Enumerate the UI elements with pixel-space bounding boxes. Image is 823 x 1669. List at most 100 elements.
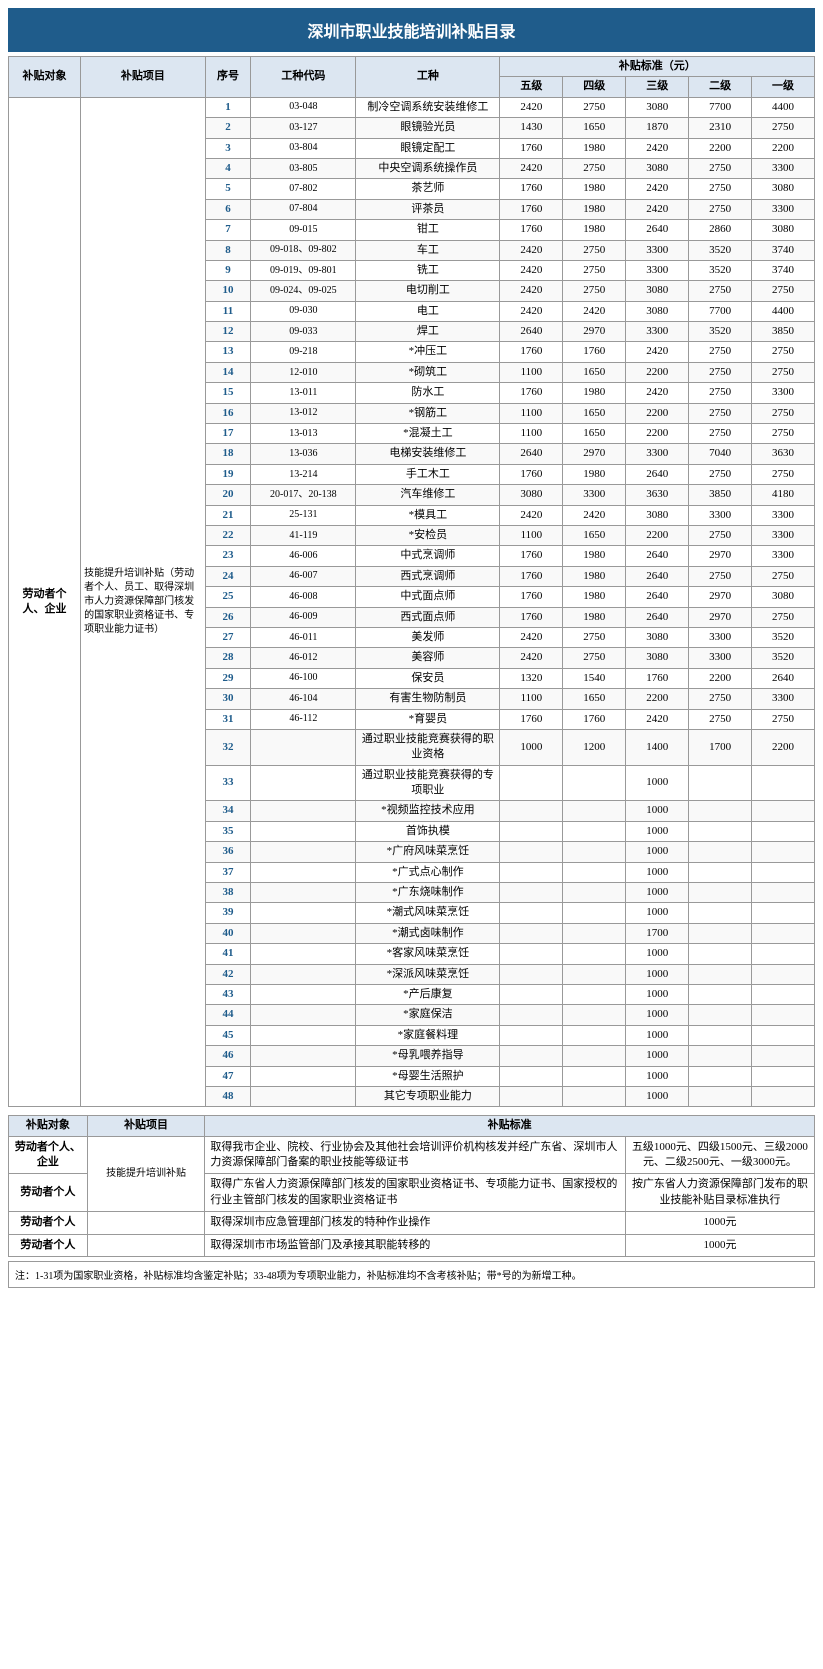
value-cell: 1980 bbox=[563, 179, 626, 199]
code-cell: 03-048 bbox=[251, 97, 356, 117]
value-cell: 2200 bbox=[626, 424, 689, 444]
value-cell bbox=[752, 964, 815, 984]
col-standard: 补贴标准（元） bbox=[500, 57, 815, 77]
value-cell: 3300 bbox=[626, 240, 689, 260]
value-cell bbox=[752, 883, 815, 903]
code-cell: 13-214 bbox=[251, 464, 356, 484]
code-cell bbox=[251, 1046, 356, 1066]
code-cell: 13-013 bbox=[251, 424, 356, 444]
seq-cell: 25 bbox=[205, 587, 251, 607]
value-cell bbox=[689, 1086, 752, 1106]
value-cell: 3080 bbox=[752, 587, 815, 607]
code-cell: 09-018、09-802 bbox=[251, 240, 356, 260]
job-cell: *钢筋工 bbox=[356, 403, 500, 423]
value-cell: 1760 bbox=[500, 138, 563, 158]
code-cell bbox=[251, 765, 356, 801]
col-header-row: 补贴对象 补贴项目 序号 工种代码 工种 补贴标准（元） bbox=[9, 57, 815, 77]
seq-cell: 9 bbox=[205, 260, 251, 280]
value-cell: 2750 bbox=[689, 281, 752, 301]
value-cell: 3630 bbox=[626, 485, 689, 505]
value-cell: 2200 bbox=[626, 362, 689, 382]
code-cell: 09-033 bbox=[251, 322, 356, 342]
value-cell: 2750 bbox=[752, 709, 815, 729]
job-cell: *砌筑工 bbox=[356, 362, 500, 382]
seq-cell: 10 bbox=[205, 281, 251, 301]
code-cell bbox=[251, 1066, 356, 1086]
code-cell bbox=[251, 1025, 356, 1045]
job-cell: 西式面点师 bbox=[356, 607, 500, 627]
code-cell: 07-802 bbox=[251, 179, 356, 199]
job-cell: 美容师 bbox=[356, 648, 500, 668]
value-cell: 2750 bbox=[563, 281, 626, 301]
level-4: 四级 bbox=[563, 77, 626, 97]
seq-cell: 2 bbox=[205, 118, 251, 138]
code-cell bbox=[251, 903, 356, 923]
value-cell: 2420 bbox=[500, 301, 563, 321]
value-cell: 3300 bbox=[626, 322, 689, 342]
seq-cell: 48 bbox=[205, 1086, 251, 1106]
job-cell: 中央空调系统操作员 bbox=[356, 158, 500, 178]
code-cell: 13-011 bbox=[251, 383, 356, 403]
code-cell: 46-006 bbox=[251, 546, 356, 566]
seq-cell: 32 bbox=[205, 729, 251, 765]
job-cell: 钳工 bbox=[356, 220, 500, 240]
value-cell bbox=[500, 1046, 563, 1066]
code-cell: 46-012 bbox=[251, 648, 356, 668]
value-cell: 2200 bbox=[626, 403, 689, 423]
value-cell: 1760 bbox=[500, 709, 563, 729]
code-cell: 46-008 bbox=[251, 587, 356, 607]
value-cell: 3080 bbox=[626, 505, 689, 525]
value-cell bbox=[500, 883, 563, 903]
value-cell: 3300 bbox=[752, 689, 815, 709]
value-cell: 2420 bbox=[500, 97, 563, 117]
value-cell bbox=[689, 883, 752, 903]
code-cell: 41-119 bbox=[251, 525, 356, 545]
job-cell: 美发师 bbox=[356, 627, 500, 647]
value-cell bbox=[689, 1066, 752, 1086]
code-cell: 03-127 bbox=[251, 118, 356, 138]
value-cell bbox=[563, 903, 626, 923]
job-cell: 汽车维修工 bbox=[356, 485, 500, 505]
summary-table: 补贴对象 补贴项目 补贴标准 劳动者个人、企业技能提升培训补贴取得我市企业、院校… bbox=[8, 1115, 815, 1257]
level-2: 二级 bbox=[689, 77, 752, 97]
value-cell bbox=[563, 842, 626, 862]
summary-standard: 按广东省人力资源保障部门发布的职业技能补贴目录标准执行 bbox=[625, 1174, 814, 1212]
job-cell: 眼镜验光员 bbox=[356, 118, 500, 138]
seq-cell: 21 bbox=[205, 505, 251, 525]
code-cell: 25-131 bbox=[251, 505, 356, 525]
code-cell: 07-804 bbox=[251, 199, 356, 219]
job-cell: 其它专项职业能力 bbox=[356, 1086, 500, 1106]
job-cell: 评茶员 bbox=[356, 199, 500, 219]
code-cell: 46-011 bbox=[251, 627, 356, 647]
seq-cell: 30 bbox=[205, 689, 251, 709]
summary-desc: 取得广东省人力资源保障部门核发的国家职业资格证书、专项能力证书、国家授权的行业主… bbox=[205, 1174, 626, 1212]
value-cell: 1980 bbox=[563, 607, 626, 627]
value-cell bbox=[752, 903, 815, 923]
value-cell: 3300 bbox=[626, 260, 689, 280]
code-cell: 13-012 bbox=[251, 403, 356, 423]
code-cell: 13-036 bbox=[251, 444, 356, 464]
job-cell: 中式烹调师 bbox=[356, 546, 500, 566]
summary-standard: 1000元 bbox=[625, 1234, 814, 1256]
value-cell: 1000 bbox=[626, 842, 689, 862]
code-cell bbox=[251, 842, 356, 862]
value-cell: 2420 bbox=[626, 179, 689, 199]
summary-item-label-x bbox=[87, 1234, 205, 1256]
col-code: 工种代码 bbox=[251, 57, 356, 98]
value-cell: 3300 bbox=[752, 158, 815, 178]
code-cell bbox=[251, 1086, 356, 1106]
code-cell bbox=[251, 964, 356, 984]
level-5: 五级 bbox=[500, 77, 563, 97]
value-cell: 1650 bbox=[563, 525, 626, 545]
value-cell: 1760 bbox=[500, 383, 563, 403]
value-cell: 3740 bbox=[752, 260, 815, 280]
code-cell bbox=[251, 883, 356, 903]
value-cell: 3850 bbox=[752, 322, 815, 342]
job-cell: *客家风味菜烹饪 bbox=[356, 944, 500, 964]
value-cell: 1000 bbox=[626, 821, 689, 841]
value-cell: 2750 bbox=[689, 158, 752, 178]
value-cell: 2420 bbox=[626, 138, 689, 158]
value-cell: 3520 bbox=[689, 322, 752, 342]
job-cell: 铣工 bbox=[356, 260, 500, 280]
col-item: 补贴项目 bbox=[81, 57, 206, 98]
